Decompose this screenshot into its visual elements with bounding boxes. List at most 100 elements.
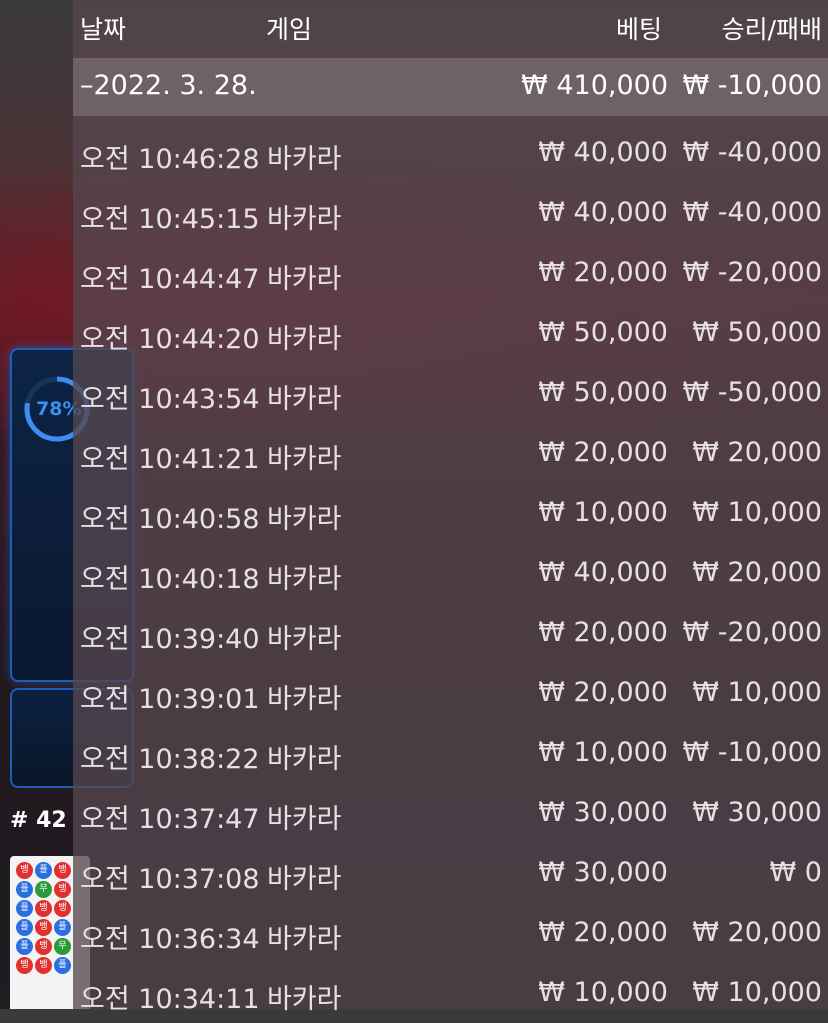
summary-result-total: ₩ -10,000	[682, 70, 823, 101]
history-row[interactable]: 오전 10:37:47 바카라 ₩ 30,000 ₩ 30,000	[73, 783, 828, 843]
row-game: 바카라	[267, 504, 342, 535]
history-row[interactable]: 오전 10:44:20 바카라 ₩ 50,000 ₩ 50,000	[73, 303, 828, 363]
summary-bet-total: ₩ 410,000	[521, 70, 668, 101]
row-bet: ₩ 20,000	[538, 257, 668, 288]
row-time: 오전 10:44:20	[80, 324, 260, 355]
header-result: 승리/패배	[721, 15, 822, 44]
row-time: 오전 10:43:54	[80, 384, 260, 415]
roadmap-cell: 뱅	[54, 862, 71, 879]
row-game: 바카라	[267, 864, 342, 895]
row-game: 바카라	[267, 324, 342, 355]
roadmap-cell: 무	[35, 881, 52, 898]
summary-date: –2022. 3. 28.	[80, 70, 257, 101]
roadmap-cell: 뱅	[54, 900, 71, 917]
row-result: ₩ -20,000	[682, 617, 823, 648]
history-row[interactable]: 오전 10:36:34 바카라 ₩ 20,000 ₩ 20,000	[73, 903, 828, 963]
history-row[interactable]: 오전 10:43:54 바카라 ₩ 50,000 ₩ -50,000	[73, 363, 828, 423]
row-bet: ₩ 10,000	[538, 737, 668, 768]
roadmap-cell: 플	[16, 938, 33, 955]
row-time: 오전 10:39:01	[80, 684, 260, 715]
row-bet: ₩ 20,000	[538, 437, 668, 468]
row-bet: ₩ 20,000	[538, 677, 668, 708]
row-bet: ₩ 20,000	[538, 917, 668, 948]
row-bet: ₩ 30,000	[538, 797, 668, 828]
row-bet: ₩ 50,000	[538, 317, 668, 348]
row-result: ₩ -20,000	[682, 257, 823, 288]
roadmap-cell: 플	[35, 862, 52, 879]
header-date: 날짜	[80, 15, 127, 44]
row-time: 오전 10:34:11	[80, 984, 260, 1015]
history-row[interactable]: 오전 10:39:40 바카라 ₩ 20,000 ₩ -20,000	[73, 603, 828, 663]
row-time: 오전 10:44:47	[80, 264, 260, 295]
row-result: ₩ 0	[769, 857, 822, 888]
row-time: 오전 10:46:28	[80, 144, 260, 175]
roadmap-cell: 뱅	[16, 957, 33, 974]
row-result: ₩ 50,000	[692, 317, 822, 348]
row-result: ₩ 30,000	[692, 797, 822, 828]
row-time: 오전 10:45:15	[80, 204, 260, 235]
row-bet: ₩ 40,000	[538, 137, 668, 168]
row-game: 바카라	[267, 444, 342, 475]
row-game: 바카라	[267, 924, 342, 955]
row-bet: ₩ 30,000	[538, 857, 668, 888]
row-result: ₩ 10,000	[692, 497, 822, 528]
history-row[interactable]: 오전 10:39:01 바카라 ₩ 20,000 ₩ 10,000	[73, 663, 828, 723]
row-game: 바카라	[267, 144, 342, 175]
row-bet: ₩ 10,000	[538, 497, 668, 528]
history-list: 오전 10:46:28 바카라 ₩ 40,000 ₩ -40,000 오전 10:45:…	[73, 123, 828, 1023]
row-game: 바카라	[267, 384, 342, 415]
row-time: 오전 10:40:18	[80, 564, 260, 595]
row-bet: ₩ 10,000	[538, 977, 668, 1008]
roadmap-cell: 플	[16, 900, 33, 917]
roadmap-cell: 뱅	[35, 957, 52, 974]
history-row[interactable]: 오전 10:37:08 바카라 ₩ 30,000 ₩ 0	[73, 843, 828, 903]
history-header: 날짜 게임 베팅 승리/패배	[73, 0, 828, 56]
history-row[interactable]: 오전 10:44:47 바카라 ₩ 20,000 ₩ -20,000	[73, 243, 828, 303]
row-time: 오전 10:38:22	[80, 744, 260, 775]
row-result: ₩ 20,000	[692, 557, 822, 588]
row-bet: ₩ 20,000	[538, 617, 668, 648]
row-game: 바카라	[267, 624, 342, 655]
header-game: 게임	[266, 15, 313, 44]
history-row[interactable]: 오전 10:38:22 바카라 ₩ 10,000 ₩ -10,000	[73, 723, 828, 783]
row-time: 오전 10:36:34	[80, 924, 260, 955]
roadmap-cell: 뱅	[35, 919, 52, 936]
row-time: 오전 10:39:40	[80, 624, 260, 655]
row-result: ₩ -40,000	[682, 137, 823, 168]
row-game: 바카라	[267, 684, 342, 715]
history-row[interactable]: 오전 10:46:28 바카라 ₩ 40,000 ₩ -40,000	[73, 123, 828, 183]
row-result: ₩ 20,000	[692, 917, 822, 948]
row-result: ₩ -40,000	[682, 197, 823, 228]
history-row[interactable]: 오전 10:45:15 바카라 ₩ 40,000 ₩ -40,000	[73, 183, 828, 243]
row-bet: ₩ 50,000	[538, 377, 668, 408]
row-game: 바카라	[267, 744, 342, 775]
header-bet: 베팅	[615, 15, 662, 44]
roadmap-cell: 플	[54, 919, 71, 936]
row-result: ₩ -10,000	[682, 737, 823, 768]
roadmap-cell: 뱅	[54, 881, 71, 898]
history-row[interactable]: 오전 10:40:58 바카라 ₩ 10,000 ₩ 10,000	[73, 483, 828, 543]
row-result: ₩ -50,000	[682, 377, 823, 408]
row-time: 오전 10:37:08	[80, 864, 260, 895]
roadmap-cell: 플	[54, 957, 71, 974]
row-result: ₩ 10,000	[692, 977, 822, 1008]
roadmap-cell: 뱅	[16, 862, 33, 879]
row-result: ₩ 10,000	[692, 677, 822, 708]
row-game: 바카라	[267, 984, 342, 1015]
history-row[interactable]: 오전 10:41:21 바카라 ₩ 20,000 ₩ 20,000	[73, 423, 828, 483]
row-game: 바카라	[267, 264, 342, 295]
roadmap-cell: 무	[54, 938, 71, 955]
row-game: 바카라	[267, 204, 342, 235]
row-time: 오전 10:37:47	[80, 804, 260, 835]
row-result: ₩ 20,000	[692, 437, 822, 468]
row-time: 오전 10:40:58	[80, 504, 260, 535]
row-bet: ₩ 40,000	[538, 557, 668, 588]
row-bet: ₩ 40,000	[538, 197, 668, 228]
history-row[interactable]: 오전 10:34:11 바카라 ₩ 10,000 ₩ 10,000	[73, 963, 828, 1023]
roadmap-cell: 플	[16, 919, 33, 936]
row-game: 바카라	[267, 564, 342, 595]
history-row[interactable]: 오전 10:40:18 바카라 ₩ 40,000 ₩ 20,000	[73, 543, 828, 603]
date-summary-row[interactable]: –2022. 3. 28. ₩ 410,000 ₩ -10,000	[73, 58, 828, 116]
bet-history-panel: 날짜 게임 베팅 승리/패배 –2022. 3. 28. ₩ 410,000 ₩…	[73, 0, 828, 1015]
roadmap-cell: 뱅	[35, 900, 52, 917]
